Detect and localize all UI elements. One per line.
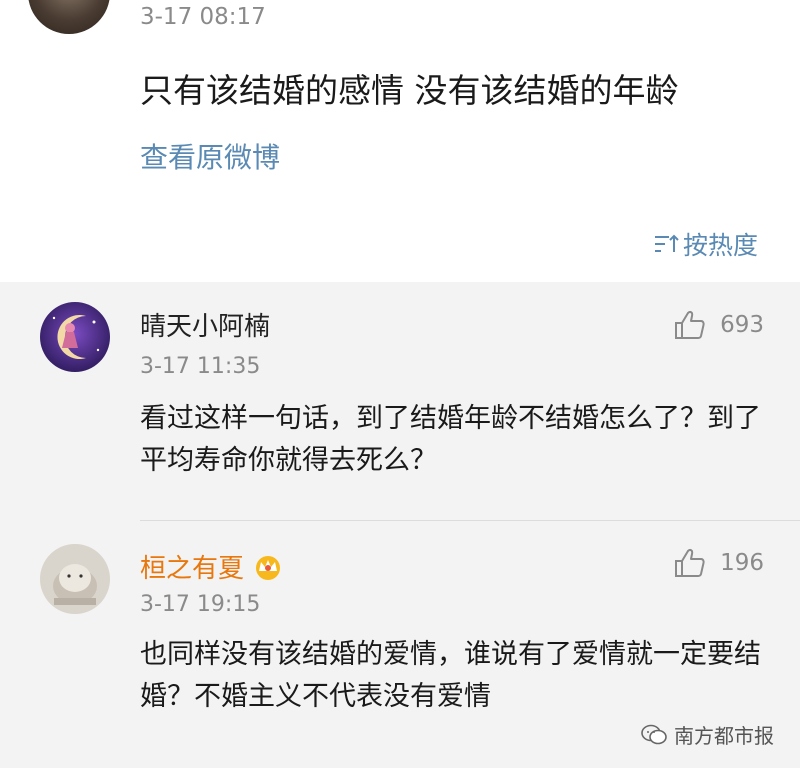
wechat-icon: [641, 724, 667, 744]
commenter-name[interactable]: 晴天小阿楠: [140, 306, 270, 343]
comment-divider: [140, 520, 800, 521]
watermark-text: 南方都市报: [674, 724, 774, 748]
sort-label: 按热度: [682, 231, 758, 260]
commenter-name[interactable]: 桓之有夏: [140, 548, 284, 585]
post-author-avatar[interactable]: [28, 0, 110, 34]
like-count: 693: [720, 312, 764, 338]
thumbs-up-icon: [675, 311, 705, 339]
sort-icon: [654, 234, 679, 252]
commenter-avatar[interactable]: [40, 544, 110, 614]
post-timestamp: 3-17 08:17: [140, 4, 266, 30]
thumbs-up-icon: [675, 549, 705, 577]
post-text: 只有该结婚的感情 没有该结婚的年龄: [140, 71, 679, 110]
comment-text: 也同样没有该结婚的爱情，谁说有了爱情就一定要结婚？不婚主义不代表没有爱情: [140, 639, 761, 712]
comment-timestamp: 3-17 19:15: [140, 592, 261, 617]
like-button[interactable]: 693: [674, 310, 764, 340]
like-count: 196: [720, 550, 764, 576]
sort-by-popularity-button[interactable]: 按热度: [653, 226, 758, 262]
comments-list: 晴天小阿楠 693 3-17 11:35 看过这样一句话，到了结婚年龄不结婚怎么…: [0, 282, 800, 768]
comment-text: 看过这样一句话，到了结婚年龄不结婚怎么了？到了平均寿命你就得去死么？: [140, 403, 761, 476]
like-button[interactable]: 196: [674, 548, 764, 578]
commenter-avatar[interactable]: [40, 302, 110, 372]
crown-badge-icon: [256, 555, 281, 580]
comment-timestamp: 3-17 11:35: [140, 354, 261, 379]
commenter-name-text: 桓之有夏: [140, 554, 245, 584]
watermark: 南方都市报: [640, 720, 774, 749]
view-original-link[interactable]: 查看原微博: [140, 136, 280, 176]
